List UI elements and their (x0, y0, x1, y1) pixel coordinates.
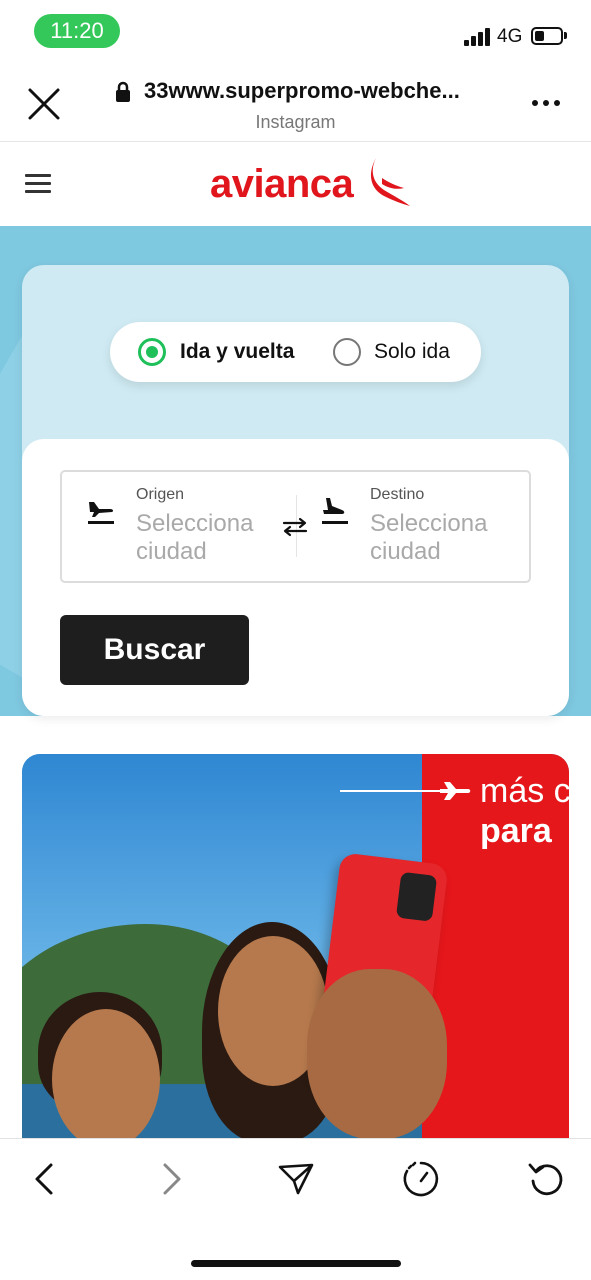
round-trip-label[interactable]: Ida y vuelta (180, 340, 294, 364)
more-options-icon[interactable] (530, 98, 562, 108)
origin-input[interactable]: Selecciona ciudad (136, 510, 276, 566)
origin-label: Origen (136, 486, 185, 503)
promo-subheadline: para (480, 812, 552, 850)
speed-icon[interactable] (401, 1159, 441, 1199)
swap-icon[interactable] (280, 515, 310, 539)
promo-banner[interactable]: más c para (22, 754, 569, 1138)
battery-tip (564, 32, 567, 39)
destination-label: Destino (370, 486, 425, 503)
boy-face (52, 1009, 160, 1138)
arrival-plane-icon (322, 498, 348, 524)
hand-illustration (307, 969, 447, 1138)
forward-icon[interactable] (150, 1159, 190, 1199)
bird-logo-icon (370, 158, 410, 206)
url-text[interactable]: 33www.superpromo-webche... (144, 78, 460, 104)
page-source: Instagram (255, 112, 336, 132)
menu-icon[interactable] (25, 174, 51, 194)
status-bar: 11:20 4G (0, 0, 591, 62)
network-type: 4G (497, 26, 523, 47)
one-way-label[interactable]: Solo ida (374, 340, 450, 364)
radio-round-trip[interactable] (138, 338, 166, 366)
home-indicator (191, 1260, 401, 1267)
lock-icon (116, 81, 130, 102)
status-time: 11:20 (34, 14, 120, 48)
promo-headline: más c (480, 772, 569, 810)
battery-icon (531, 27, 563, 45)
reload-icon[interactable] (526, 1159, 566, 1199)
destination-input[interactable]: Selecciona ciudad (370, 510, 510, 566)
phone-camera (395, 871, 438, 922)
trip-type-toggle: Ida y vuelta Solo ida (110, 322, 481, 382)
share-icon[interactable] (276, 1159, 316, 1199)
search-button[interactable]: Buscar (60, 615, 249, 685)
back-icon[interactable] (26, 1159, 66, 1199)
site-header: avianca (0, 142, 591, 226)
plane-arrow-icon (340, 782, 471, 800)
browser-toolbar (0, 1138, 591, 1280)
signal-icon (464, 28, 490, 46)
browser-header: 33www.superpromo-webche... Instagram (0, 62, 591, 142)
departure-plane-icon (88, 502, 114, 524)
logo-text: avianca (210, 162, 354, 206)
radio-one-way[interactable] (333, 338, 361, 366)
